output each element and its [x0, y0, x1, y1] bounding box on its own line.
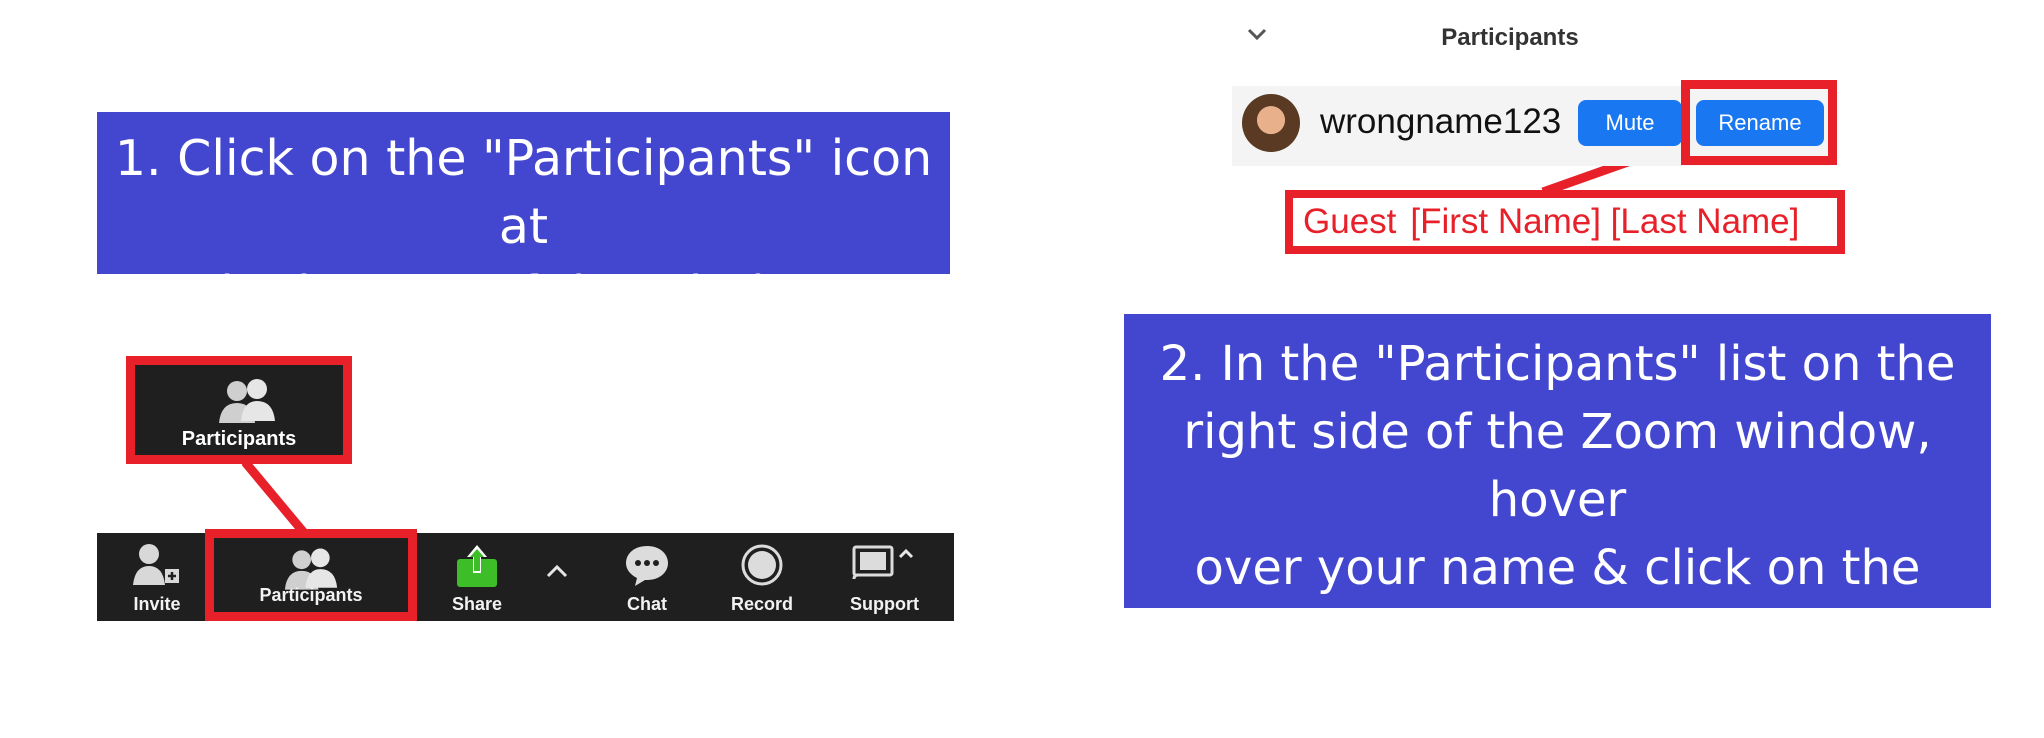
step1-line1: 1. Click on the "Participants" icon at: [114, 130, 933, 255]
zoomed-participants-button: Participants: [126, 356, 352, 464]
name-format: [First Name] [Last Name]: [1410, 202, 1800, 241]
caret-up-icon: [546, 564, 568, 578]
chat-label: Chat: [627, 594, 667, 614]
invite-button[interactable]: Invite: [97, 533, 217, 621]
participant-name: wrongname123: [1320, 102, 1562, 141]
share-label: Share: [451, 594, 503, 614]
invite-label: Invite: [133, 594, 181, 614]
rename-hint-box: Guest [First Name] [Last Name]: [1285, 190, 1845, 254]
support-icon: [852, 545, 913, 580]
step2-line1: 2. In the "Participants" list on the: [1159, 336, 1956, 392]
record-button[interactable]: Record: [712, 533, 812, 621]
chevron-down-icon[interactable]: [1246, 26, 1268, 42]
chat-icon: [626, 546, 668, 586]
invite-icon: [133, 544, 179, 585]
step2-line2: right side of the Zoom window, hover: [1183, 404, 1932, 528]
share-icon: [457, 545, 497, 587]
chat-button[interactable]: Chat: [592, 533, 702, 621]
support-button[interactable]: Support: [822, 533, 947, 621]
guest-prefix: Guest: [1303, 202, 1397, 241]
meeting-toolbar: Invite Participants Share Chat Record Su…: [97, 529, 954, 621]
mute-button[interactable]: Mute: [1578, 100, 1682, 146]
record-icon: [741, 544, 783, 586]
rename-highlight: [1681, 80, 1837, 165]
step1-instruction: 1. Click on the "Participants" icon at t…: [97, 112, 950, 323]
support-label: Support: [850, 594, 919, 614]
share-options-button[interactable]: [532, 533, 582, 621]
participants-panel-title: Participants: [1441, 24, 1579, 51]
avatar: [1242, 94, 1300, 152]
step1-line2: the bottom of the window.: [201, 266, 846, 323]
participants-icon: [219, 379, 275, 423]
participants-button[interactable]: Participants: [205, 529, 417, 621]
zoomed-participants-label: Participants: [181, 428, 297, 450]
participants-label: Participants: [259, 585, 363, 605]
step2-line3: over your name & click on the: [1194, 540, 1921, 596]
share-button[interactable]: Share: [427, 533, 527, 621]
step2-instruction: 2. In the "Participants" list on the rig…: [1124, 314, 1991, 732]
record-label: Record: [730, 594, 793, 614]
step2-line4: "Rename" button. Adjust accordingly.: [1259, 608, 1856, 732]
